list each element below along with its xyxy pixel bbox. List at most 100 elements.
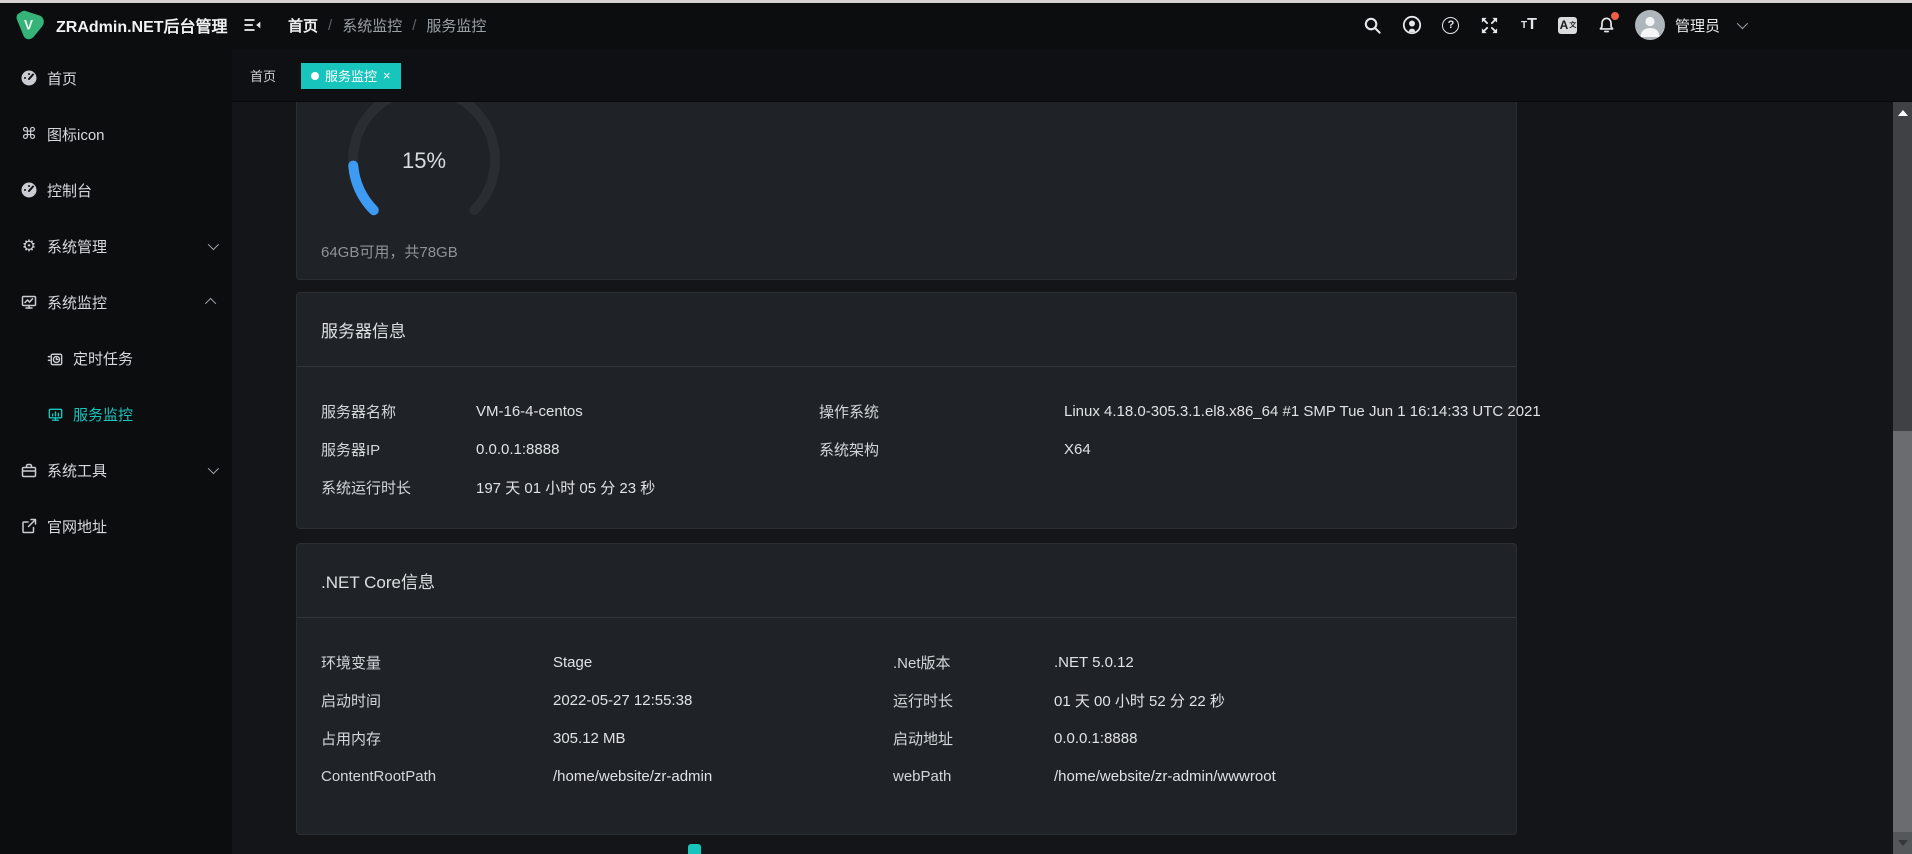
tab-label: 首页 <box>250 66 276 85</box>
table-row: 环境变量 Stage .Net版本 .NET 5.0.12 <box>321 643 1492 681</box>
sidebar-item-label: 系统工具 <box>47 460 107 481</box>
field-value: 305.12 MB <box>553 730 893 747</box>
main-content: 15% 64GB可用，共78GB 服务器信息 服务器名称 VM-16-4-cen… <box>232 102 1893 854</box>
dashboard-icon <box>20 181 38 199</box>
sidebar-item-label: 定时任务 <box>73 348 133 369</box>
field-value: 0.0.0.1:8888 <box>476 441 819 458</box>
next-gauge-peek <box>688 844 701 854</box>
fullscreen-icon[interactable] <box>1479 14 1501 36</box>
search-icon[interactable] <box>1362 14 1384 36</box>
field-value: X64 <box>1064 441 1492 458</box>
sidebar-item-icons[interactable]: ⌘ 图标icon <box>0 106 232 162</box>
scrollbar-down-arrow[interactable] <box>1893 832 1912 854</box>
breadcrumb-home[interactable]: 首页 <box>288 15 318 36</box>
field-value: 01 天 00 小时 52 分 22 秒 <box>1054 690 1492 711</box>
font-size-icon[interactable]: TT <box>1518 14 1540 36</box>
table-row: 服务器名称 VM-16-4-centos 操作系统 Linux 4.18.0-3… <box>321 392 1492 430</box>
app-logo-icon: V <box>14 9 47 42</box>
disk-usage-gauge: 15% <box>344 102 504 240</box>
sidebar-item-system-monitor[interactable]: 系统监控 <box>0 274 232 330</box>
sidebar-item-service-monitor[interactable]: 服务监控 <box>0 386 232 442</box>
field-label: 服务器IP <box>321 439 476 460</box>
sidebar-item-label: 控制台 <box>47 180 92 201</box>
help-icon[interactable]: ? <box>1440 14 1462 36</box>
sidebar-item-label: 系统管理 <box>47 236 107 257</box>
sidebar-item-system-management[interactable]: ⚙ 系统管理 <box>0 218 232 274</box>
logo-letter: V <box>24 17 33 32</box>
table-row: ContentRootPath /home/website/zr-admin w… <box>321 757 1492 795</box>
sidebar-collapse-icon[interactable] <box>242 15 262 35</box>
scrollbar-up-arrow[interactable] <box>1893 106 1912 120</box>
active-tab-dot <box>311 72 319 80</box>
header-toolbar: ? TT A文 管理员 <box>1362 10 1745 40</box>
disk-usage-percent: 15% <box>344 148 504 174</box>
field-value: Stage <box>553 654 893 671</box>
app-logo-area[interactable]: V ZRAdmin.NET后台管理 <box>0 9 232 42</box>
toolbox-icon <box>20 461 38 479</box>
vertical-scrollbar[interactable] <box>1893 102 1912 854</box>
header: V ZRAdmin.NET后台管理 首页 / 系统监控 / 服务监控 <box>0 0 1912 50</box>
sidebar-item-console[interactable]: 控制台 <box>0 162 232 218</box>
external-link-icon <box>20 517 38 535</box>
sidebar-item-home[interactable]: 首页 <box>0 50 232 106</box>
tab-home[interactable]: 首页 <box>240 63 286 89</box>
field-value: 2022-05-27 12:55:38 <box>553 692 893 709</box>
tags-view-bar: 首页 服务监控 × <box>232 50 1912 102</box>
field-label: 运行时长 <box>893 690 1054 711</box>
sidebar-item-system-tools[interactable]: 系统工具 <box>0 442 232 498</box>
breadcrumb: 首页 / 系统监控 / 服务监控 <box>288 15 486 36</box>
sidebar-item-label: 服务监控 <box>73 404 133 425</box>
chevron-down-icon[interactable] <box>1737 18 1748 29</box>
sidebar-item-label: 官网地址 <box>47 516 107 537</box>
notification-badge <box>1611 12 1619 20</box>
disk-usage-caption: 64GB可用，共78GB <box>321 241 458 262</box>
table-row: 服务器IP 0.0.0.1:8888 系统架构 X64 <box>321 430 1492 468</box>
field-value: 0.0.0.1:8888 <box>1054 730 1492 747</box>
gear-icon: ⚙ <box>20 237 38 255</box>
bell-icon[interactable] <box>1596 14 1618 36</box>
field-value: .NET 5.0.12 <box>1054 654 1492 671</box>
dotnet-info-rows: 环境变量 Stage .Net版本 .NET 5.0.12 启动时间 2022-… <box>297 618 1516 815</box>
breadcrumb-service-monitor: 服务监控 <box>426 15 486 36</box>
chevron-up-icon <box>205 298 216 309</box>
field-label: webPath <box>893 768 1054 785</box>
window-top-edge <box>0 0 1912 3</box>
field-value: VM-16-4-centos <box>476 403 819 420</box>
card-title: 服务器信息 <box>297 293 1516 367</box>
field-label: .Net版本 <box>893 652 1054 673</box>
language-icon[interactable]: A文 <box>1557 14 1579 36</box>
field-value: /home/website/zr-admin <box>553 768 893 785</box>
github-icon[interactable] <box>1401 14 1423 36</box>
field-value: Linux 4.18.0-305.3.1.el8.x86_64 #1 SMP T… <box>1064 403 1541 420</box>
avatar[interactable] <box>1635 10 1665 40</box>
field-value: 197 天 01 小时 05 分 23 秒 <box>476 477 819 498</box>
user-name[interactable]: 管理员 <box>1675 15 1720 36</box>
dotnet-core-info-card: .NET Core信息 环境变量 Stage .Net版本 .NET 5.0.1… <box>296 543 1517 835</box>
scrollbar-thumb[interactable] <box>1893 431 1912 835</box>
close-icon[interactable]: × <box>383 68 391 83</box>
dashboard-icon <box>20 69 38 87</box>
sidebar-item-label: 图标icon <box>47 124 105 145</box>
sidebar-item-official-site[interactable]: 官网地址 <box>0 498 232 554</box>
tab-service-monitor[interactable]: 服务监控 × <box>301 63 401 89</box>
sidebar-item-scheduled-tasks[interactable]: 定时任务 <box>0 330 232 386</box>
disk-usage-card: 15% 64GB可用，共78GB <box>296 102 1517 280</box>
chart-monitor-icon <box>46 405 64 423</box>
field-label: 系统运行时长 <box>321 477 476 498</box>
breadcrumb-separator: / <box>412 17 416 34</box>
breadcrumb-system-monitor: 系统监控 <box>342 15 402 36</box>
field-label: 服务器名称 <box>321 401 476 422</box>
sidebar: 首页 ⌘ 图标icon 控制台 ⚙ 系统管理 系统监控 <box>0 50 232 854</box>
server-info-rows: 服务器名称 VM-16-4-centos 操作系统 Linux 4.18.0-3… <box>297 367 1516 526</box>
field-label: 系统架构 <box>819 439 1064 460</box>
field-label: 启动时间 <box>321 690 553 711</box>
app-title: ZRAdmin.NET后台管理 <box>56 13 228 37</box>
breadcrumb-separator: / <box>328 17 332 34</box>
server-info-card: 服务器信息 服务器名称 VM-16-4-centos 操作系统 Linux 4.… <box>296 292 1517 529</box>
monitor-icon <box>20 293 38 311</box>
card-title: .NET Core信息 <box>297 544 1516 618</box>
field-value: /home/website/zr-admin/wwwroot <box>1054 768 1492 785</box>
chevron-down-icon <box>208 463 219 474</box>
field-label: 占用内存 <box>321 728 553 749</box>
chevron-down-icon <box>208 239 219 250</box>
